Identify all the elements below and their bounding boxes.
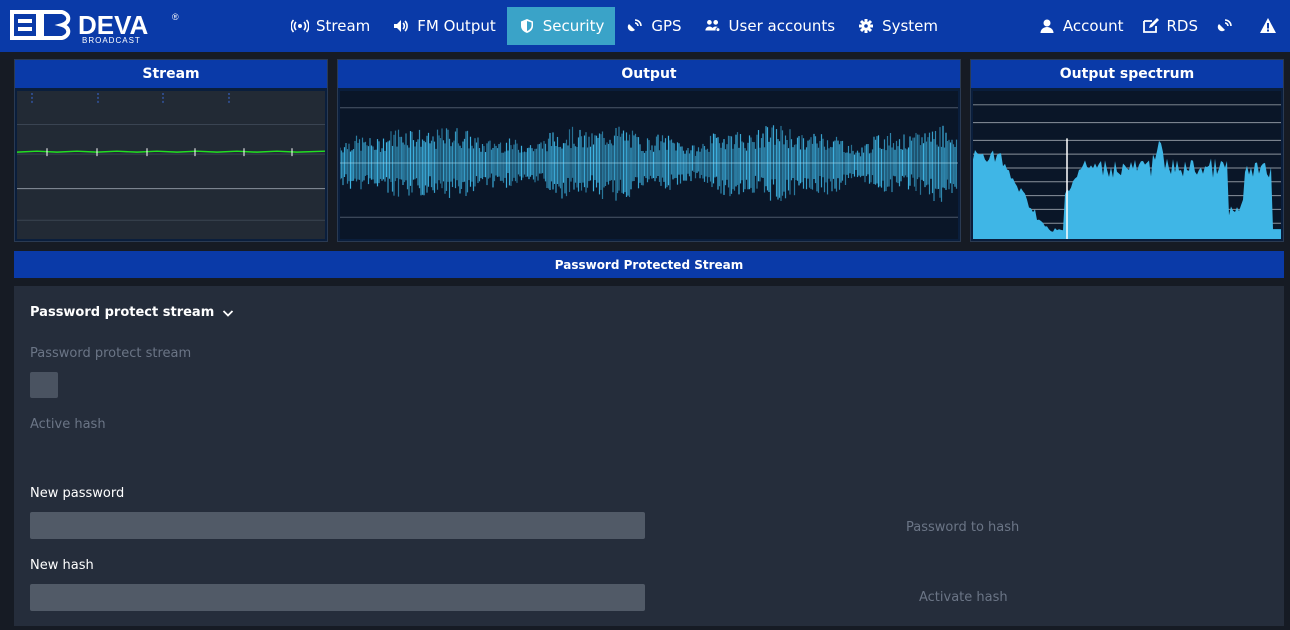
output-spectrum (973, 91, 1281, 239)
collapse-toggle[interactable]: Password protect stream (30, 305, 234, 320)
stream-meter (17, 91, 325, 239)
nav-item-stream[interactable]: Stream (280, 0, 381, 52)
satellite-icon (1216, 17, 1234, 35)
main-nav: Stream FM Output Security GPS User accou… (280, 0, 949, 52)
activate-hash-button[interactable]: Activate hash (919, 590, 1008, 605)
shield-icon (518, 17, 536, 35)
new-hash-label: New hash (30, 558, 94, 573)
nav-item-user-accounts[interactable]: User accounts (693, 0, 847, 52)
nav-item-label: System (882, 17, 939, 35)
checkbox-label: Password protect stream (30, 346, 192, 361)
nav-item-alarms[interactable] (1250, 0, 1290, 52)
nav-item-label: FM Output (417, 17, 496, 35)
app-root: DEVA ® BROADCAST Stream FM Output Securi… (0, 0, 1290, 630)
warning-icon (1259, 17, 1277, 35)
password-protect-form: Password protect stream Password protect… (14, 286, 1284, 626)
nav-item-label: RDS (1166, 17, 1199, 35)
nav-item-label: Security (542, 17, 605, 35)
nav-item-security[interactable]: Security (506, 7, 616, 45)
nav-item-gps[interactable]: GPS (615, 0, 692, 52)
password-protect-checkbox[interactable] (30, 372, 58, 398)
stream-panel: Stream (14, 59, 328, 242)
output-panel-title: Output (338, 60, 960, 88)
output-waveform (340, 91, 958, 239)
nav-item-label: Account (1062, 17, 1124, 35)
spectrum-panel: Output spectrum (970, 59, 1284, 242)
nav-item-gps-status[interactable] (1207, 0, 1250, 52)
stream-panel-title: Stream (15, 60, 327, 88)
logo-subtext: BROADCAST (82, 36, 141, 45)
nav-item-label: User accounts (728, 17, 836, 35)
broadcast-icon (291, 17, 309, 35)
password-to-hash-button[interactable]: Password to hash (906, 520, 1019, 535)
output-panel: Output (337, 59, 961, 242)
edit-icon (1142, 17, 1160, 35)
top-navbar: DEVA ® BROADCAST Stream FM Output Securi… (0, 0, 1290, 52)
new-password-input[interactable] (30, 512, 645, 539)
new-password-label: New password (30, 486, 125, 501)
nav-right: Account RDS (1029, 0, 1290, 52)
spectrum-panel-title: Output spectrum (971, 60, 1283, 88)
collapse-title: Password protect stream (30, 305, 215, 320)
user-icon (1038, 17, 1056, 35)
chevron-down-icon (222, 307, 234, 319)
section-title-bar: Password Protected Stream (14, 251, 1284, 278)
nav-item-fm-output[interactable]: FM Output (381, 0, 506, 52)
deva-logo: DEVA ® BROADCAST (10, 8, 185, 46)
nav-item-system[interactable]: System (846, 0, 949, 52)
new-hash-input[interactable] (30, 584, 645, 611)
logo-registered-mark: ® (172, 12, 179, 22)
nav-item-account[interactable]: Account (1029, 0, 1133, 52)
gear-icon (857, 17, 875, 35)
nav-item-label: GPS (651, 17, 682, 35)
speaker-icon (392, 17, 410, 35)
nav-item-label: Stream (316, 17, 371, 35)
nav-item-rds[interactable]: RDS (1133, 0, 1208, 52)
satellite-icon (626, 17, 644, 35)
users-icon (704, 17, 722, 35)
active-hash-label: Active hash (30, 417, 106, 432)
